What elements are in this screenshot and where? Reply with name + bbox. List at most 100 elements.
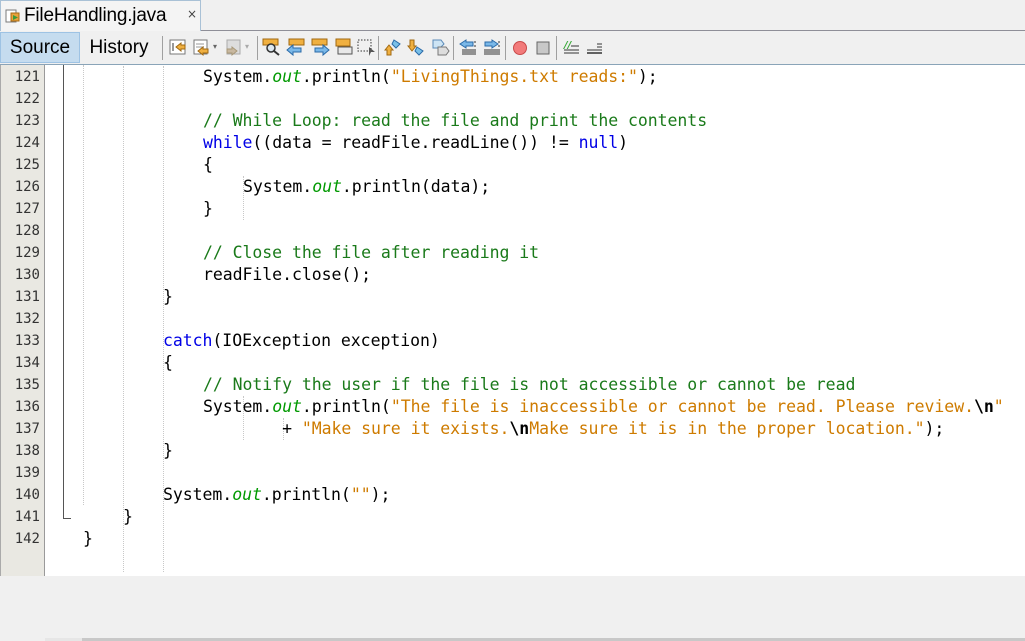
line-number: 127 (14, 201, 40, 217)
code-token-kw: null (578, 133, 619, 152)
code-token-cmt: // Close the file after reading it (203, 243, 540, 262)
forward-dropdown-icon: ▾ (245, 42, 250, 51)
line-number: 122 (14, 91, 40, 107)
code-token-t: .println(data); (341, 177, 491, 196)
toolbar-separator (556, 36, 557, 60)
code-line[interactable]: } (163, 286, 173, 308)
toggle-highlight-icon[interactable] (334, 37, 354, 57)
editor-toolbar: Source History ▾ ▾ // (0, 31, 1025, 65)
editor-tab-filehandling[interactable]: FileHandling.java × (0, 0, 201, 31)
forward-icon (226, 39, 241, 57)
code-token-str: Make sure it is in the proper location." (529, 419, 925, 438)
line-number: 141 (14, 509, 40, 525)
code-token-str: " (993, 397, 1004, 416)
line-number: 139 (14, 465, 40, 481)
code-token-t: ); (370, 485, 391, 504)
toolbar-separator (257, 36, 258, 60)
find-previous-icon[interactable] (286, 37, 306, 57)
code-editor[interactable]: 121 122 123 124 125 126 127 128 129 130 131 132 133 1… (0, 65, 1025, 641)
code-token-t: System. (243, 177, 313, 196)
line-number: 125 (14, 157, 40, 173)
code-token-fld: out (312, 177, 342, 196)
line-number: 126 (14, 179, 40, 195)
code-line[interactable]: System.out.println("The file is inaccess… (203, 396, 1004, 418)
line-number: 140 (14, 487, 40, 503)
fold-line (63, 65, 64, 518)
find-selection-icon[interactable] (262, 37, 282, 57)
code-line[interactable]: { (203, 154, 213, 176)
code-token-str: "The file is inaccessible or cannot be r… (390, 397, 974, 416)
next-bookmark-icon[interactable] (407, 37, 427, 57)
code-token-t: { (203, 155, 213, 174)
stop-macro-icon[interactable] (533, 37, 553, 57)
code-token-t: + (203, 419, 302, 438)
line-number: 132 (14, 311, 40, 327)
code-token-fld: out (272, 397, 302, 416)
code-token-t: } (163, 287, 173, 306)
code-token-kw: catch (163, 331, 213, 350)
code-line[interactable]: System.out.println("LivingThings.txt rea… (203, 66, 658, 88)
code-token-t: .println( (261, 485, 351, 504)
find-next-icon[interactable] (310, 37, 330, 57)
code-line[interactable]: } (163, 440, 173, 462)
line-number: 129 (14, 245, 40, 261)
line-number: 124 (14, 135, 40, 151)
history-view-button[interactable]: History (82, 32, 156, 63)
code-token-t: } (83, 529, 93, 548)
indent-guide (123, 66, 124, 572)
line-number: 142 (14, 531, 40, 547)
code-token-kw: while (203, 133, 253, 152)
last-edit-icon[interactable] (168, 37, 188, 57)
code-token-t: { (163, 353, 173, 372)
code-line[interactable]: } (203, 198, 213, 220)
code-token-str: "LivingThings.txt reads:" (390, 67, 638, 86)
previous-bookmark-icon[interactable] (384, 37, 404, 57)
code-line[interactable]: // While Loop: read the file and print t… (203, 110, 707, 132)
code-line[interactable]: } (83, 528, 93, 550)
back-dropdown-icon[interactable]: ▾ (213, 42, 217, 51)
uncomment-icon[interactable] (585, 37, 605, 57)
code-token-cmt: // Notify the user if the file is not ac… (203, 375, 856, 394)
code-token-t: ((data = readFile.readLine()) != (252, 133, 579, 152)
indent-guide (83, 65, 84, 505)
source-view-button[interactable]: Source (0, 32, 80, 63)
code-line[interactable]: + "Make sure it exists.\nMake sure it is… (203, 418, 944, 440)
code-token-t: ); (637, 67, 658, 86)
code-line[interactable]: readFile.close(); (203, 264, 371, 286)
code-token-t: System. (203, 67, 273, 86)
back-icon[interactable] (192, 37, 212, 57)
code-line[interactable]: // Close the file after reading it (203, 242, 539, 264)
code-line[interactable]: // Notify the user if the file is not ac… (203, 374, 855, 396)
start-macro-icon[interactable] (510, 37, 530, 57)
line-number: 134 (14, 355, 40, 371)
toggle-bookmark-icon[interactable] (430, 37, 450, 57)
code-line[interactable]: System.out.println(data); (243, 176, 490, 198)
toggle-rectangular-selection-icon[interactable] (356, 37, 376, 57)
code-token-esc: \n (509, 419, 530, 438)
code-token-t: System. (163, 485, 233, 504)
line-number: 128 (14, 223, 40, 239)
shift-left-icon[interactable] (458, 37, 478, 57)
code-token-str: "Make sure it exists. (301, 419, 510, 438)
code-line[interactable]: System.out.println(""); (163, 484, 390, 506)
code-token-t: System. (203, 397, 273, 416)
line-number: 137 (14, 421, 40, 437)
code-line[interactable]: { (163, 352, 173, 374)
close-tab-icon[interactable]: × (187, 7, 197, 21)
toolbar-separator (162, 36, 163, 60)
code-token-t: } (163, 441, 173, 460)
comment-icon[interactable]: // (562, 37, 582, 57)
code-token-fld: out (272, 67, 302, 86)
shift-right-icon[interactable] (482, 37, 502, 57)
code-line[interactable]: catch(IOException exception) (163, 330, 440, 352)
code-line[interactable]: while((data = readFile.readLine()) != nu… (203, 132, 628, 154)
line-number: 135 (14, 377, 40, 393)
line-number: 136 (14, 399, 40, 415)
code-token-t: .println( (301, 67, 391, 86)
line-number: 131 (14, 289, 40, 305)
line-number: 133 (14, 333, 40, 349)
code-line[interactable]: } (123, 506, 133, 528)
code-token-cmt: // While Loop: read the file and print t… (203, 111, 708, 130)
fold-end-marker (63, 518, 71, 519)
code-token-t: } (123, 507, 133, 526)
